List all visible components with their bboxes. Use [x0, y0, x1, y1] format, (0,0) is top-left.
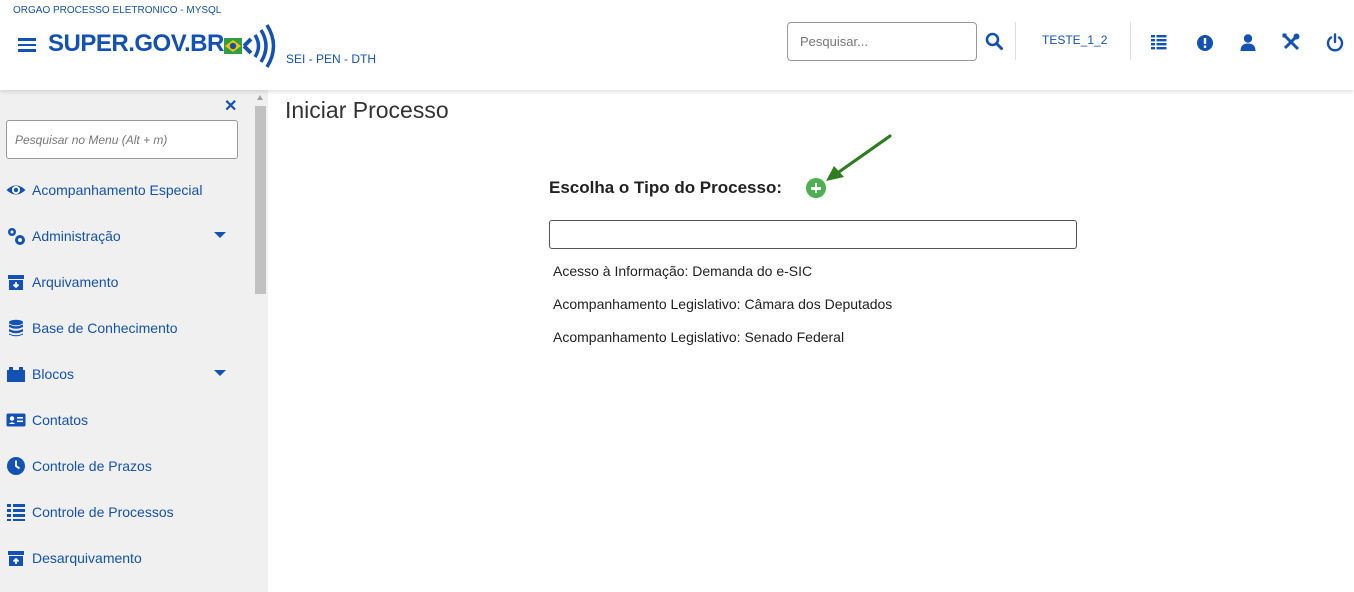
process-type-input[interactable] [549, 220, 1077, 249]
sidebar-item-contatos[interactable]: Contatos [0, 400, 253, 440]
sidebar-item-administracao[interactable]: Administração [0, 216, 253, 256]
gears-icon [8, 228, 25, 245]
close-icon[interactable]: ✕ [224, 96, 237, 116]
database-icon [9, 319, 23, 337]
user-name[interactable]: TESTE_1_2 [1042, 33, 1107, 47]
sidebar-item-base-de-conhecimento[interactable]: Base de Conhecimento [0, 308, 253, 348]
sidebar-item-label: Acompanhamento Especial [32, 182, 203, 198]
header: ORGAO PROCESSO ELETRONICO - MYSQL SUPER.… [0, 0, 1354, 90]
process-type-label: Escolha o Tipo do Processo: [549, 178, 783, 197]
unarchive-icon [8, 551, 24, 566]
list-icon [7, 504, 25, 521]
page-title: Iniciar Processo [285, 97, 449, 123]
add-process-type-button[interactable] [806, 178, 826, 198]
hamburger-menu-icon[interactable] [18, 38, 36, 52]
sidebar-item-label: Controle de Processos [32, 504, 174, 520]
scroll-up-icon[interactable] [257, 95, 263, 100]
sidebar-item-desarquivamento[interactable]: Desarquivamento [0, 538, 253, 578]
sidebar-item-blocos[interactable]: Blocos [0, 354, 253, 394]
system-subtitle: SEI - PEN - DTH [286, 52, 377, 66]
sidebar-item-label: Contatos [32, 412, 89, 428]
grid-icon[interactable] [1149, 32, 1169, 52]
sidebar-item-acompanhamento-especial[interactable]: Acompanhamento Especial [0, 170, 253, 210]
process-type-option[interactable]: Acompanhamento Legislativo: Senado Feder… [553, 329, 844, 345]
power-icon[interactable] [1325, 32, 1345, 52]
org-name: ORGAO PROCESSO ELETRONICO - MYSQL [13, 5, 222, 16]
sidebar: ✕ Acompanhamento Especial Administração … [0, 90, 268, 592]
menu-search-input[interactable] [6, 120, 238, 159]
process-type-option[interactable]: Acompanhamento Legislativo: Câmara dos D… [553, 296, 892, 312]
contact-card-icon [6, 413, 26, 427]
sidebar-item-controle-de-processos[interactable]: Controle de Processos [0, 492, 253, 532]
annotation-arrow-icon [826, 134, 892, 181]
header-search-input[interactable] [787, 22, 977, 61]
chevron-down-icon[interactable] [214, 370, 226, 376]
sidebar-item-label: Administração [32, 228, 121, 244]
sidebar-item-label: Controle de Prazos [32, 458, 152, 474]
process-type-option[interactable]: Acesso à Informação: Demanda do e-SIC [553, 263, 812, 279]
clock-icon [7, 457, 25, 475]
search-icon[interactable] [985, 32, 1003, 50]
header-divider [1015, 22, 1016, 60]
sidebar-item-label: Desarquivamento [32, 550, 142, 566]
eye-icon [6, 185, 26, 195]
header-divider [1130, 22, 1131, 60]
blocks-icon [7, 367, 25, 382]
scrollbar-thumb[interactable] [255, 106, 266, 294]
alert-icon[interactable] [1195, 32, 1215, 52]
user-icon[interactable] [1238, 32, 1258, 52]
logo-signal-icon [224, 24, 276, 68]
sidebar-item-controle-de-prazos[interactable]: Controle de Prazos [0, 446, 253, 486]
logo-text: SUPER.GOV.BR [48, 30, 224, 57]
sidebar-item-label: Arquivamento [32, 274, 119, 290]
sidebar-scrollbar[interactable] [253, 90, 268, 592]
chevron-down-icon[interactable] [214, 232, 226, 238]
tools-icon[interactable] [1281, 32, 1301, 52]
sidebar-item-label: Blocos [32, 366, 75, 382]
sidebar-item-arquivamento[interactable]: Arquivamento [0, 262, 253, 302]
archive-icon [8, 275, 24, 290]
sidebar-item-label: Base de Conhecimento [32, 320, 178, 336]
